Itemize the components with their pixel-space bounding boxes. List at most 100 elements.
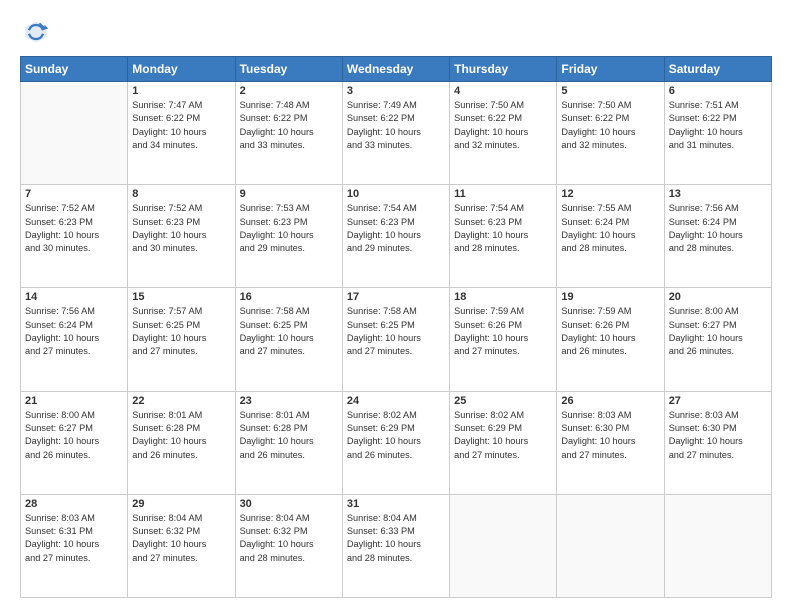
calendar-cell: 8Sunrise: 7:52 AMSunset: 6:23 PMDaylight… [128,185,235,288]
calendar-cell: 28 Sunrise: 8:03 AMSunset: 6:31 PMDayligh… [21,494,128,597]
day-number: 17 [347,291,445,303]
calendar-week-row: 14 Sunrise: 7:56 AMSunset: 6:24 PMDayligh… [21,288,772,391]
header [20,18,772,46]
day-info: Sunrise: 7:59 AMSunset: 6:26 PMDaylight:… [561,305,659,358]
column-header-sunday: Sunday [21,57,128,82]
day-number: 12 [561,188,659,200]
calendar-cell: 16Sunrise: 7:58 AMSunset: 6:25 PMDayligh… [235,288,342,391]
day-number: 5 [561,85,659,97]
day-info: Sunrise: 8:00 AMSunset: 6:27 PMDaylight:… [25,409,123,462]
calendar-week-row: 28 Sunrise: 8:03 AMSunset: 6:31 PMDayligh… [21,494,772,597]
day-info: Sunrise: 7:54 AMSunset: 6:23 PMDaylight:… [454,202,552,255]
calendar-cell: 26 Sunrise: 8:03 AMSunset: 6:30 PMDayligh… [557,391,664,494]
column-header-friday: Friday [557,57,664,82]
day-info: Sunrise: 7:50 AMSunset: 6:22 PMDaylight:… [454,99,552,152]
day-number: 21 [25,395,123,407]
calendar-cell: 9Sunrise: 7:53 AMSunset: 6:23 PMDaylight… [235,185,342,288]
day-info: Sunrise: 7:58 AMSunset: 6:25 PMDaylight:… [240,305,338,358]
day-info: Sunrise: 8:04 AMSunset: 6:32 PMDaylight:… [240,512,338,565]
calendar-cell [21,82,128,185]
day-number: 23 [240,395,338,407]
column-header-wednesday: Wednesday [342,57,449,82]
day-number: 9 [240,188,338,200]
calendar-cell: 5 Sunrise: 7:50 AMSunset: 6:22 PMDaylight… [557,82,664,185]
day-info: Sunrise: 8:02 AMSunset: 6:29 PMDaylight:… [454,409,552,462]
calendar-cell: 24 Sunrise: 8:02 AMSunset: 6:29 PMDayligh… [342,391,449,494]
calendar-cell: 19 Sunrise: 7:59 AMSunset: 6:26 PMDayligh… [557,288,664,391]
column-header-saturday: Saturday [664,57,771,82]
day-number: 6 [669,85,767,97]
day-number: 29 [132,498,230,510]
calendar-cell: 7Sunrise: 7:52 AMSunset: 6:23 PMDaylight… [21,185,128,288]
day-info: Sunrise: 7:57 AMSunset: 6:25 PMDaylight:… [132,305,230,358]
calendar-cell: 15 Sunrise: 7:57 AMSunset: 6:25 PMDayligh… [128,288,235,391]
day-info: Sunrise: 7:48 AMSunset: 6:22 PMDaylight:… [240,99,338,152]
column-header-monday: Monday [128,57,235,82]
calendar-cell: 25 Sunrise: 8:02 AMSunset: 6:29 PMDayligh… [450,391,557,494]
day-number: 18 [454,291,552,303]
logo [20,18,50,46]
day-info: Sunrise: 7:56 AMSunset: 6:24 PMDaylight:… [669,202,767,255]
day-info: Sunrise: 7:55 AMSunset: 6:24 PMDaylight:… [561,202,659,255]
day-info: Sunrise: 8:04 AMSunset: 6:32 PMDaylight:… [132,512,230,565]
calendar-cell: 14 Sunrise: 7:56 AMSunset: 6:24 PMDayligh… [21,288,128,391]
calendar-cell: 23 Sunrise: 8:01 AMSunset: 6:28 PMDayligh… [235,391,342,494]
day-info: Sunrise: 7:52 AMSunset: 6:23 PMDaylight:… [25,202,123,255]
day-number: 26 [561,395,659,407]
day-number: 28 [25,498,123,510]
calendar-cell: 21 Sunrise: 8:00 AMSunset: 6:27 PMDayligh… [21,391,128,494]
calendar-cell: 18 Sunrise: 7:59 AMSunset: 6:26 PMDayligh… [450,288,557,391]
calendar-cell: 29 Sunrise: 8:04 AMSunset: 6:32 PMDayligh… [128,494,235,597]
day-info: Sunrise: 8:03 AMSunset: 6:31 PMDaylight:… [25,512,123,565]
day-info: Sunrise: 7:49 AMSunset: 6:22 PMDaylight:… [347,99,445,152]
day-info: Sunrise: 7:56 AMSunset: 6:24 PMDaylight:… [25,305,123,358]
day-number: 19 [561,291,659,303]
day-info: Sunrise: 7:47 AMSunset: 6:22 PMDaylight:… [132,99,230,152]
day-number: 20 [669,291,767,303]
day-info: Sunrise: 8:01 AMSunset: 6:28 PMDaylight:… [240,409,338,462]
day-number: 15 [132,291,230,303]
day-info: Sunrise: 8:04 AMSunset: 6:33 PMDaylight:… [347,512,445,565]
calendar-cell: 2 Sunrise: 7:48 AMSunset: 6:22 PMDaylight… [235,82,342,185]
day-info: Sunrise: 8:02 AMSunset: 6:29 PMDaylight:… [347,409,445,462]
day-number: 31 [347,498,445,510]
calendar-cell: 30 Sunrise: 8:04 AMSunset: 6:32 PMDayligh… [235,494,342,597]
day-number: 13 [669,188,767,200]
day-number: 30 [240,498,338,510]
calendar-cell [557,494,664,597]
day-number: 1 [132,85,230,97]
logo-icon [22,18,50,46]
day-number: 24 [347,395,445,407]
day-number: 10 [347,188,445,200]
day-info: Sunrise: 8:03 AMSunset: 6:30 PMDaylight:… [561,409,659,462]
calendar-cell: 1 Sunrise: 7:47 AMSunset: 6:22 PMDaylight… [128,82,235,185]
day-number: 27 [669,395,767,407]
day-number: 25 [454,395,552,407]
day-info: Sunrise: 7:59 AMSunset: 6:26 PMDaylight:… [454,305,552,358]
calendar-cell: 11Sunrise: 7:54 AMSunset: 6:23 PMDayligh… [450,185,557,288]
calendar-cell [450,494,557,597]
day-number: 14 [25,291,123,303]
day-info: Sunrise: 8:00 AMSunset: 6:27 PMDaylight:… [669,305,767,358]
calendar-cell: 27 Sunrise: 8:03 AMSunset: 6:30 PMDayligh… [664,391,771,494]
day-number: 3 [347,85,445,97]
calendar-cell: 31 Sunrise: 8:04 AMSunset: 6:33 PMDayligh… [342,494,449,597]
calendar-cell: 10Sunrise: 7:54 AMSunset: 6:23 PMDayligh… [342,185,449,288]
calendar-header-row: SundayMondayTuesdayWednesdayThursdayFrid… [21,57,772,82]
day-number: 2 [240,85,338,97]
day-info: Sunrise: 7:50 AMSunset: 6:22 PMDaylight:… [561,99,659,152]
calendar-cell: 17 Sunrise: 7:58 AMSunset: 6:25 PMDayligh… [342,288,449,391]
calendar-week-row: 1 Sunrise: 7:47 AMSunset: 6:22 PMDaylight… [21,82,772,185]
calendar-cell: 13 Sunrise: 7:56 AMSunset: 6:24 PMDayligh… [664,185,771,288]
day-number: 8 [132,188,230,200]
calendar-cell: 6Sunrise: 7:51 AMSunset: 6:22 PMDaylight… [664,82,771,185]
page: SundayMondayTuesdayWednesdayThursdayFrid… [0,0,792,612]
column-header-tuesday: Tuesday [235,57,342,82]
calendar-cell: 22Sunrise: 8:01 AMSunset: 6:28 PMDayligh… [128,391,235,494]
calendar-week-row: 7Sunrise: 7:52 AMSunset: 6:23 PMDaylight… [21,185,772,288]
calendar-table: SundayMondayTuesdayWednesdayThursdayFrid… [20,56,772,598]
day-info: Sunrise: 7:58 AMSunset: 6:25 PMDaylight:… [347,305,445,358]
day-info: Sunrise: 8:03 AMSunset: 6:30 PMDaylight:… [669,409,767,462]
column-header-thursday: Thursday [450,57,557,82]
calendar-week-row: 21 Sunrise: 8:00 AMSunset: 6:27 PMDayligh… [21,391,772,494]
